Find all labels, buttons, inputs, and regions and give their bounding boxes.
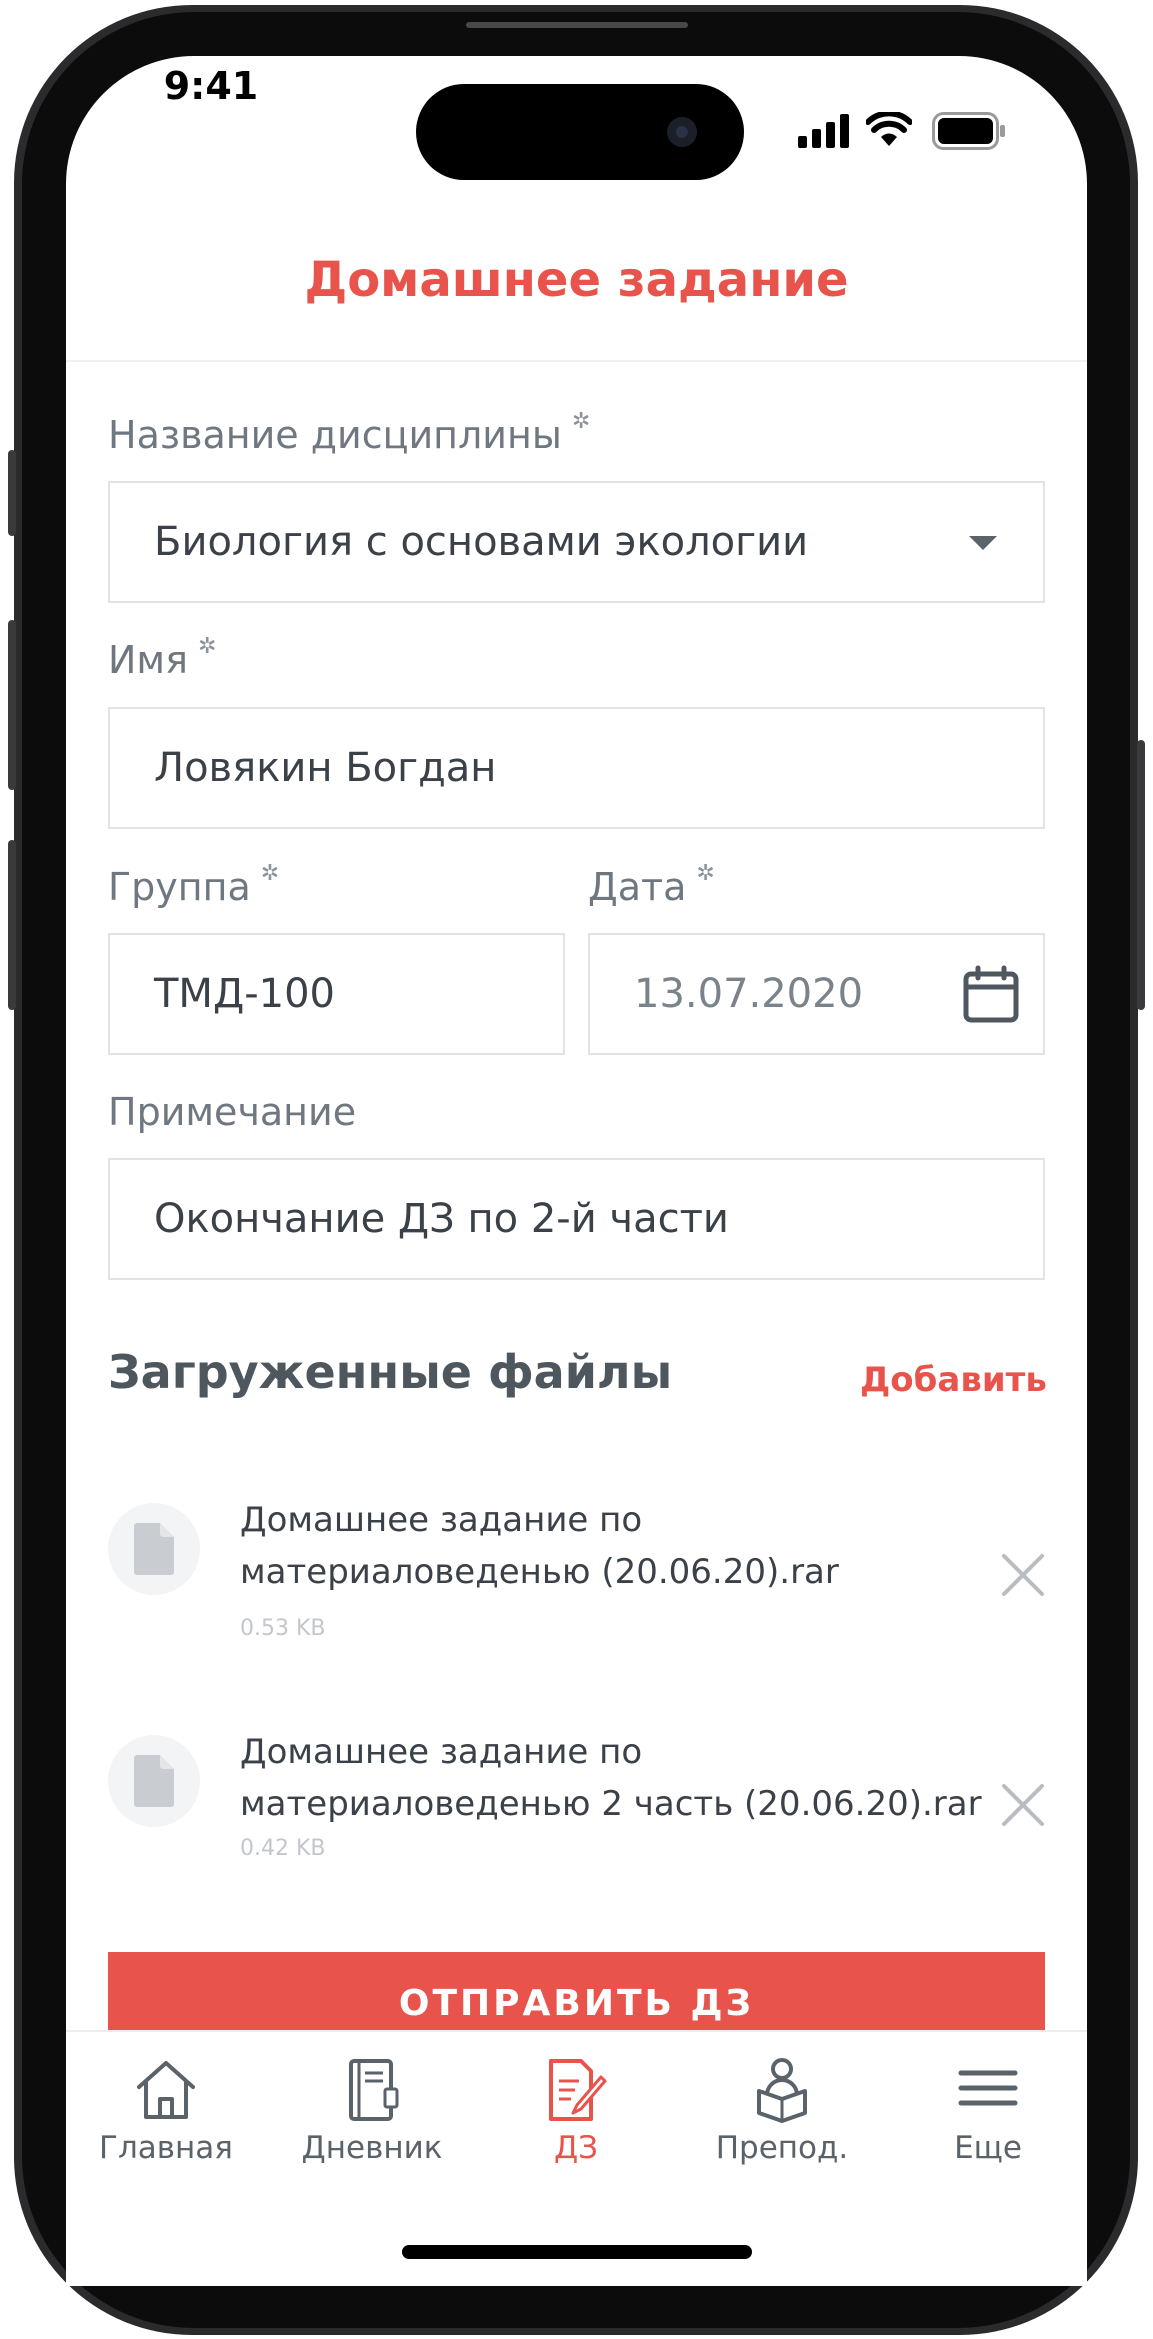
name-label: Имя ✲ (108, 634, 217, 682)
tab-teacher[interactable] (747, 2055, 817, 2129)
remove-file-close-icon[interactable] (1001, 1783, 1045, 1827)
header-divider (66, 360, 1087, 362)
frame-antenna-band (466, 22, 688, 28)
calendar-icon[interactable] (961, 965, 1021, 1025)
add-file-link[interactable]: Добавить (860, 1360, 1047, 1400)
file-name: Домашнее задание по материаловеденью 2 ч… (240, 1732, 982, 1824)
mute-switch (8, 450, 16, 536)
battery-icon (932, 112, 1005, 150)
diary-icon (349, 2059, 399, 2121)
files-section-title: Загруженные файлы (108, 1345, 673, 1399)
remove-file-close-icon[interactable] (1001, 1553, 1045, 1597)
note-value: Окончание ДЗ по 2-й части (154, 1196, 729, 1242)
group-input[interactable]: ТМД-100 (108, 933, 565, 1055)
cellular-signal-icon (798, 114, 849, 148)
tab-diary[interactable] (337, 2055, 407, 2129)
discipline-value: Биология с основами экологии (154, 519, 809, 565)
date-value: 13.07.2020 (634, 971, 864, 1017)
tab-home[interactable] (131, 2055, 201, 2129)
file-size: 0.42 KB (240, 1836, 326, 1861)
page-title: Домашнее задание (304, 252, 849, 308)
discipline-select[interactable]: Биология с основами экологии (108, 481, 1045, 603)
chevron-down-icon (969, 536, 997, 550)
tab-label-home[interactable]: Главная (66, 2130, 266, 2166)
date-label: Дата ✲ (588, 861, 715, 909)
home-icon (137, 2061, 195, 2119)
tab-label-homework[interactable]: ДЗ (476, 2130, 676, 2166)
required-marker: ✲ (260, 861, 280, 886)
menu-icon (958, 2070, 1018, 2106)
teacher-icon (757, 2058, 807, 2123)
file-icon (134, 1523, 174, 1575)
group-value: ТМД-100 (154, 971, 335, 1017)
volume-up-button (8, 620, 16, 790)
name-value: Ловякин Богдан (154, 745, 497, 791)
tab-label-more[interactable]: Еще (888, 2130, 1088, 2166)
volume-down-button (8, 840, 16, 1010)
tab-more[interactable] (953, 2055, 1023, 2129)
note-label: Примечание (108, 1090, 357, 1134)
file-name: Домашнее задание по материаловеденью (20… (240, 1500, 839, 1592)
file-icon (134, 1755, 174, 1807)
required-marker: ✲ (696, 861, 715, 886)
note-input[interactable]: Окончание ДЗ по 2-й части (108, 1158, 1045, 1280)
tab-label-diary[interactable]: Дневник (272, 2130, 472, 2166)
group-label: Группа ✲ (108, 861, 280, 909)
tab-homework[interactable] (541, 2055, 611, 2129)
tab-label-teacher[interactable]: Препод. (682, 2130, 882, 2166)
name-input[interactable]: Ловякин Богдан (108, 707, 1045, 829)
file-badge (108, 1503, 200, 1595)
home-indicator[interactable] (402, 2245, 752, 2259)
status-time: 9:41 (163, 64, 259, 108)
file-size: 0.53 KB (240, 1616, 326, 1641)
required-marker: ✲ (571, 409, 591, 434)
date-input[interactable]: 13.07.2020 (588, 933, 1045, 1055)
file-badge (108, 1735, 200, 1827)
front-camera (667, 117, 697, 147)
power-button (1137, 740, 1145, 1010)
wifi-icon (866, 112, 912, 146)
required-marker: ✲ (197, 634, 217, 659)
discipline-label: Название дисциплины ✲ (108, 409, 591, 457)
homework-icon (549, 2059, 607, 2121)
